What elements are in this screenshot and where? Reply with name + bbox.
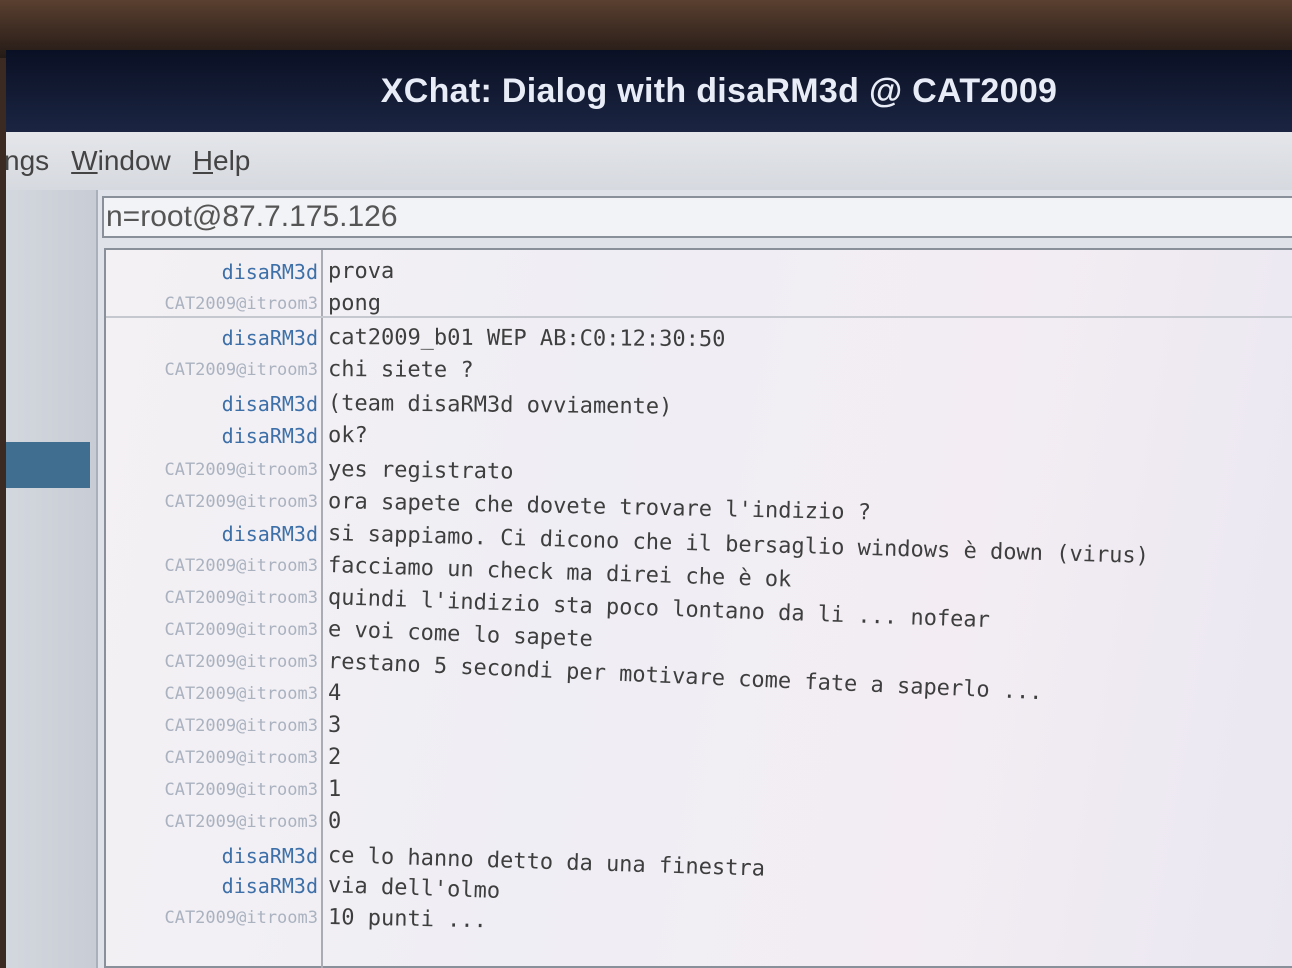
chat-row: CAT2009@itroom3 10 punti ... [106, 902, 1292, 934]
topic-bar[interactable]: n=root@87.7.175.126 [102, 196, 1292, 238]
chat-row: disaRM3d ok? [106, 420, 1292, 452]
nick-other[interactable]: CAT2009@itroom3 [106, 614, 318, 646]
message-text: 3 [328, 713, 342, 738]
topic-text: n=root@87.7.175.126 [106, 200, 398, 233]
chat-row: CAT2009@itroom3 ora sapete che dovete tro… [106, 486, 1292, 525]
chat-row: disaRM3d prova [106, 256, 1292, 288]
message-text: 1 [328, 777, 342, 802]
nick-other[interactable]: CAT2009@itroom3 [106, 774, 318, 806]
nick-other[interactable]: CAT2009@itroom3 [106, 902, 318, 934]
nick-other[interactable]: CAT2009@itroom3 [106, 486, 318, 518]
chat-row: CAT2009@itroom3 4 [106, 678, 1292, 710]
menu-bar: ngs Window Help [6, 132, 1292, 190]
message-text: 4 [328, 681, 342, 706]
message-text: yes registrato [327, 457, 514, 485]
chat-row: disaRM3d via dell'olmo [106, 870, 1292, 904]
chat-row: disaRM3d ce lo hanno detto da una finestr… [106, 840, 1292, 882]
channel-tree-selected-item[interactable] [6, 442, 90, 488]
chat-row: CAT2009@itroom3 0 [106, 806, 1292, 838]
nick-self[interactable]: disaRM3d [106, 870, 318, 902]
menu-window[interactable]: Window [71, 145, 171, 177]
channel-tree[interactable] [6, 190, 98, 968]
nick-other[interactable]: CAT2009@itroom3 [106, 354, 318, 386]
chat-row: CAT2009@itroom3 quindi l'indizio sta poco… [106, 582, 1292, 633]
chat-row: CAT2009@itroom3 3 [106, 710, 1292, 742]
message-text: ok? [327, 423, 368, 449]
chat-row: CAT2009@itroom3 chi siete ? [106, 354, 1292, 386]
chat-row: CAT2009@itroom3 facciamo un check ma dire… [106, 550, 1292, 593]
chat-row: disaRM3d (team disaRM3d ovviamente) [106, 388, 1292, 420]
xchat-window: XChat: Dialog with disaRM3d @ CAT2009 ng… [6, 50, 1292, 968]
nick-self[interactable]: disaRM3d [106, 840, 318, 872]
message-text: chi siete ? [327, 357, 474, 384]
nick-self[interactable]: disaRM3d [106, 420, 318, 452]
chat-row: CAT2009@itroom3 restano 5 secondi per mot… [106, 646, 1292, 705]
message-text: (team disaRM3d ovviamente) [327, 391, 673, 420]
message-text: 2 [328, 745, 342, 770]
menu-settings[interactable]: ngs [6, 145, 49, 177]
menu-help[interactable]: Help [193, 145, 251, 177]
chat-row: CAT2009@itroom3 2 [106, 742, 1292, 774]
message-text: prova [328, 259, 395, 284]
nick-self[interactable]: disaRM3d [106, 322, 318, 354]
message-text: cat2009_b01 WEP AB:C0:12:30:50 [327, 325, 726, 353]
nick-other[interactable]: CAT2009@itroom3 [106, 742, 318, 774]
nick-other[interactable]: CAT2009@itroom3 [106, 806, 318, 838]
nick-other[interactable]: CAT2009@itroom3 [106, 710, 318, 742]
message-text: 10 punti ... [327, 905, 488, 934]
window-title-bar[interactable]: XChat: Dialog with disaRM3d @ CAT2009 [6, 50, 1292, 132]
nick-self[interactable]: disaRM3d [106, 256, 318, 288]
message-text: 0 [328, 809, 342, 834]
nick-other[interactable]: CAT2009@itroom3 [106, 288, 318, 320]
nick-self[interactable]: disaRM3d [106, 518, 318, 550]
chat-row: disaRM3d cat2009_b01 WEP AB:C0:12:30:50 [106, 322, 1292, 354]
message-text: pong [328, 291, 381, 316]
nick-other[interactable]: CAT2009@itroom3 [106, 582, 318, 614]
chat-row: disaRM3d si sappiamo. Ci dicono che il be… [106, 518, 1292, 569]
chat-text-area[interactable]: disaRM3d prova CAT2009@itroom3 pong disaRM3d… [104, 248, 1292, 968]
chat-row: CAT2009@itroom3 pong [106, 288, 1292, 320]
nick-self[interactable]: disaRM3d [106, 388, 318, 420]
chat-row: CAT2009@itroom3 yes registrato [106, 454, 1292, 486]
nick-other[interactable]: CAT2009@itroom3 [106, 646, 318, 678]
nick-other[interactable]: CAT2009@itroom3 [106, 678, 318, 710]
window-title: XChat: Dialog with disaRM3d @ CAT2009 [380, 71, 1058, 110]
chat-row: CAT2009@itroom3 e voi come lo sapete [106, 614, 1292, 652]
nick-other[interactable]: CAT2009@itroom3 [106, 550, 318, 582]
chat-row: CAT2009@itroom3 1 [106, 774, 1292, 806]
nick-other[interactable]: CAT2009@itroom3 [106, 454, 318, 486]
